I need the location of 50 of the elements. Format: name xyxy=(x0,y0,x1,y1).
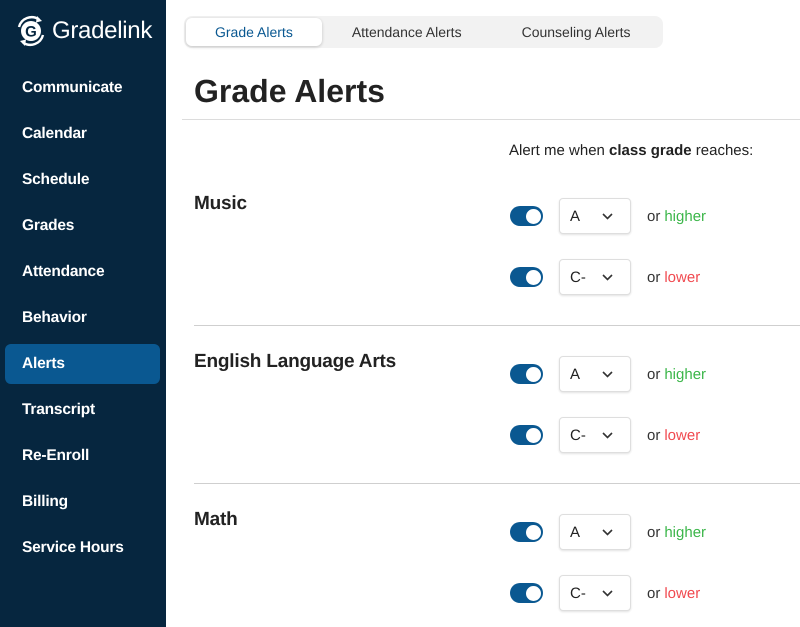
sidebar-item[interactable]: Billing xyxy=(5,482,160,522)
chevron-down-icon xyxy=(602,370,613,378)
grade-dropdown[interactable]: C- xyxy=(559,417,631,453)
tab[interactable]: Attendance Alerts xyxy=(322,18,492,46)
sidebar-item[interactable]: Alerts xyxy=(5,344,160,384)
conjunction-text: or xyxy=(647,208,660,224)
chevron-down-icon xyxy=(602,590,613,596)
chevron-down-icon xyxy=(602,274,613,280)
sidebar-item[interactable]: Behavior xyxy=(5,298,160,338)
class-name: Music xyxy=(194,192,248,215)
direction-text: lower xyxy=(664,426,700,444)
conjunction-text: or xyxy=(647,524,660,540)
grade-dropdown[interactable]: C- xyxy=(559,575,631,611)
direction-text: higher xyxy=(664,524,706,540)
conjunction-text: or xyxy=(647,426,660,444)
tab[interactable]: Counseling Alerts xyxy=(492,18,661,46)
direction-text: lower xyxy=(664,584,700,602)
sidebar-item[interactable]: Schedule xyxy=(5,160,160,200)
toggle-switch[interactable] xyxy=(510,267,543,287)
conjunction-text: or xyxy=(647,584,660,602)
toggle-switch[interactable] xyxy=(510,522,543,542)
class-name: Math xyxy=(194,508,239,531)
sidebar-item[interactable]: Transcript xyxy=(5,390,160,430)
sidebar-item[interactable]: Calendar xyxy=(5,114,160,154)
toggle-switch[interactable] xyxy=(510,425,543,445)
grade-dropdown[interactable]: C- xyxy=(559,259,631,295)
class-name: English Language Arts xyxy=(194,350,398,373)
sidebar-item[interactable]: Grades xyxy=(5,206,160,246)
sidebar-item[interactable]: Attendance xyxy=(5,252,160,292)
toggle-switch[interactable] xyxy=(510,583,543,603)
direction-text: lower xyxy=(664,268,700,286)
conjunction-text: or xyxy=(647,268,660,286)
toggle-switch[interactable] xyxy=(510,206,543,226)
toggle-switch[interactable] xyxy=(510,364,543,384)
page-title: Grade Alerts xyxy=(182,71,800,120)
sidebar-item[interactable]: Communicate xyxy=(5,68,160,108)
chevron-down-icon xyxy=(602,528,613,536)
grade-dropdown[interactable]: A xyxy=(559,356,631,392)
chevron-down-icon xyxy=(602,212,613,220)
sidebar-item[interactable]: Re-Enroll xyxy=(5,436,160,476)
direction-text: higher xyxy=(664,366,706,382)
grade-dropdown[interactable]: A xyxy=(559,514,631,550)
grade-dropdown[interactable]: A xyxy=(559,198,631,234)
sidebar-item[interactable]: Service Hours xyxy=(5,528,160,568)
instruction-text: Alert me when class grade reaches: xyxy=(509,141,754,161)
chevron-down-icon xyxy=(602,432,613,438)
logo-wordmark: Gradelink xyxy=(52,17,152,45)
tab[interactable]: Grade Alerts xyxy=(186,18,322,46)
direction-text: higher xyxy=(664,208,706,224)
conjunction-text: or xyxy=(647,366,660,382)
